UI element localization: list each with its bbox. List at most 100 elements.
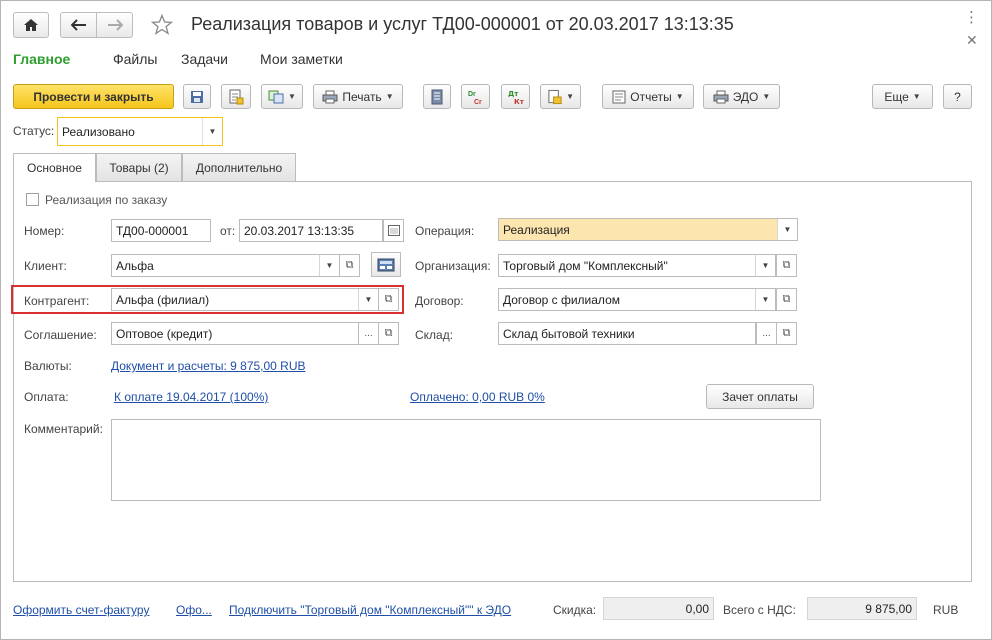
- journal-button[interactable]: [423, 84, 451, 109]
- agreement-value: Оптовое (кредит): [116, 326, 213, 341]
- number-label: Номер:: [24, 224, 65, 238]
- agreement-select-button[interactable]: ...: [358, 322, 379, 345]
- save-button[interactable]: [183, 84, 211, 109]
- warehouse-label: Склад:: [415, 328, 454, 342]
- reports-label: Отчеты: [630, 89, 672, 104]
- post-button[interactable]: [221, 84, 251, 109]
- chevron-down-icon[interactable]: ▼: [358, 289, 378, 310]
- open-icon: ⧉: [345, 259, 354, 271]
- warehouse-select-button[interactable]: ...: [756, 322, 777, 345]
- dt-kt-report-button[interactable]: Дт Кт: [501, 84, 530, 109]
- paid-link[interactable]: Оплачено: 0,00 RUB 0%: [410, 390, 545, 404]
- section-main[interactable]: Главное: [13, 51, 70, 67]
- total-label: Всего с НДС:: [723, 603, 796, 617]
- client-field[interactable]: Альфа ▼: [111, 254, 340, 277]
- edo-connect-link[interactable]: Подключить "Торговый дом "Комплексный"" …: [229, 603, 511, 617]
- operation-label: Операция:: [415, 224, 475, 238]
- help-button[interactable]: ?: [943, 84, 972, 109]
- info-card-icon: [377, 258, 395, 271]
- total-value: 9 875,00: [865, 601, 912, 616]
- agreement-field[interactable]: Оптовое (кредит): [111, 322, 359, 345]
- counterparty-field[interactable]: Альфа (филиал) ▼: [111, 288, 379, 311]
- section-tasks[interactable]: Задачи: [181, 51, 228, 67]
- chevron-down-icon[interactable]: ▼: [755, 289, 775, 310]
- section-notes[interactable]: Мои заметки: [260, 51, 343, 67]
- number-field[interactable]: ТД00-000001: [111, 219, 211, 242]
- chevron-down-icon[interactable]: ▼: [777, 219, 797, 240]
- chevron-down-icon: ▼: [675, 92, 684, 101]
- print-button[interactable]: Печать ▼: [313, 84, 403, 109]
- create-based-on-button[interactable]: ▼: [261, 84, 303, 109]
- organization-value: Торговый дом "Комплексный": [503, 258, 668, 273]
- more-label: Еще: [884, 89, 909, 104]
- warehouse-field[interactable]: Склад бытовой техники: [498, 322, 756, 345]
- client-label: Клиент:: [24, 259, 67, 273]
- comment-textarea[interactable]: [111, 419, 821, 501]
- tab-main[interactable]: Основное: [13, 153, 96, 182]
- client-open-button[interactable]: ⧉: [339, 254, 360, 277]
- number-value: ТД00-000001: [116, 223, 189, 238]
- chevron-down-icon[interactable]: ▼: [202, 118, 222, 145]
- ofo-link[interactable]: Офо...: [176, 603, 212, 617]
- print-label: Печать: [342, 89, 382, 104]
- contract-open-button[interactable]: ⧉: [776, 288, 797, 311]
- ellipsis-icon: ...: [762, 328, 771, 339]
- contract-field[interactable]: Договор с филиалом ▼: [498, 288, 776, 311]
- chevron-down-icon: ▼: [385, 92, 394, 101]
- svg-text:Dr: Dr: [468, 91, 476, 98]
- open-icon: ⧉: [384, 293, 393, 305]
- edo-label: ЭДО: [732, 89, 759, 104]
- operation-select[interactable]: Реализация ▼: [498, 218, 798, 241]
- payment-label: Оплата:: [24, 390, 69, 404]
- currency-label: Валюты:: [24, 359, 72, 373]
- status-select[interactable]: Реализовано ▼: [57, 117, 223, 146]
- open-icon: ⧉: [782, 259, 791, 271]
- reports-button[interactable]: Отчеты ▼: [602, 84, 694, 109]
- home-button[interactable]: [13, 12, 49, 38]
- tab-goods[interactable]: Товары (2): [96, 153, 182, 181]
- warehouse-value: Склад бытовой техники: [503, 326, 635, 341]
- document-attach-icon: [548, 89, 562, 104]
- open-icon: ⧉: [782, 327, 791, 339]
- chevron-down-icon[interactable]: ▼: [755, 255, 775, 276]
- create-based-icon: [268, 90, 284, 103]
- post-and-close-button[interactable]: Провести и закрыть: [13, 84, 174, 109]
- edo-icon: [713, 90, 729, 103]
- agreement-open-button[interactable]: ⧉: [378, 322, 399, 345]
- counterparty-open-button[interactable]: ⧉: [378, 288, 399, 311]
- status-value: Реализовано: [62, 124, 135, 139]
- by-order-checkbox[interactable]: [26, 193, 39, 206]
- discount-field: 0,00: [603, 597, 714, 620]
- date-value: 20.03.2017 13:13:35: [244, 223, 355, 238]
- client-value: Альфа: [116, 258, 154, 273]
- payment-link[interactable]: К оплате 19.04.2017 (100%): [114, 390, 268, 404]
- reports-icon: [612, 90, 626, 103]
- offset-payment-button[interactable]: Зачет оплаты: [706, 384, 814, 409]
- edo-button[interactable]: ЭДО ▼: [703, 84, 780, 109]
- warehouse-open-button[interactable]: ⧉: [776, 322, 797, 345]
- chevron-down-icon[interactable]: ▼: [319, 255, 339, 276]
- attachments-button[interactable]: ▼: [540, 84, 581, 109]
- close-icon[interactable]: ✕: [966, 32, 978, 49]
- client-info-button[interactable]: [371, 252, 401, 277]
- open-icon: ⧉: [782, 293, 791, 305]
- by-order-label: Реализация по заказу: [45, 193, 168, 207]
- date-field[interactable]: 20.03.2017 13:13:35: [239, 219, 383, 242]
- more-vertical-icon[interactable]: ⋮: [964, 8, 979, 26]
- home-icon: [24, 19, 38, 31]
- save-icon: [191, 90, 203, 103]
- calendar-button[interactable]: [383, 219, 404, 242]
- invoice-link[interactable]: Оформить счет-фактуру: [13, 603, 149, 617]
- discount-label: Скидка:: [553, 603, 597, 617]
- back-button[interactable]: [60, 12, 97, 38]
- currency-link[interactable]: Документ и расчеты: 9 875,00 RUB: [111, 359, 306, 373]
- organization-field[interactable]: Торговый дом "Комплексный" ▼: [498, 254, 776, 277]
- organization-open-button[interactable]: ⧉: [776, 254, 797, 277]
- dt-kt-button[interactable]: Dr Cr: [461, 84, 490, 109]
- forward-button[interactable]: [96, 12, 133, 38]
- favorite-button[interactable]: [150, 13, 174, 39]
- tab-additional[interactable]: Дополнительно: [182, 153, 296, 181]
- chevron-down-icon: ▼: [566, 92, 574, 101]
- section-files[interactable]: Файлы: [113, 51, 157, 67]
- more-button[interactable]: Еще ▼: [872, 84, 933, 109]
